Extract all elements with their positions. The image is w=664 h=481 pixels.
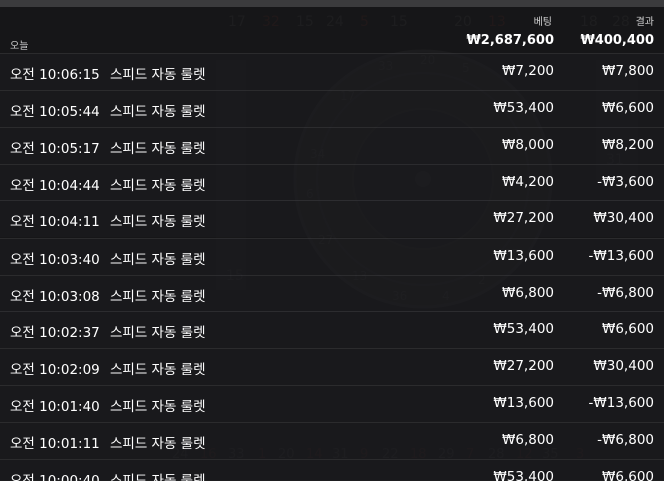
result-amount: ₩8,200 <box>602 137 654 153</box>
result-amount: -₩6,800 <box>597 432 654 448</box>
round-time: 오전 10:04:44 <box>10 178 100 194</box>
game-name: 스피드 자동 룰렛 <box>110 141 206 157</box>
bet-amount: ₩27,200 <box>493 210 554 226</box>
game-name: 스피드 자동 룰렛 <box>110 178 206 194</box>
bet-amount: ₩53,400 <box>493 100 554 116</box>
round-time: 오전 10:02:09 <box>10 362 100 378</box>
history-row[interactable]: 오전 10:04:11 스피드 자동 룰렛 ₩27,200 ₩30,400 <box>0 200 664 237</box>
round-time: 오전 10:01:40 <box>10 399 100 415</box>
bet-amount: ₩13,600 <box>493 395 554 411</box>
history-row[interactable]: 오전 10:02:37 스피드 자동 룰렛 ₩53,400 ₩6,600 <box>0 311 664 348</box>
result-amount: ₩7,800 <box>602 63 654 79</box>
bet-amount: ₩27,200 <box>493 358 554 374</box>
bet-amount: ₩4,200 <box>502 174 554 190</box>
bet-amount: ₩53,400 <box>493 469 554 481</box>
bet-amount: ₩8,000 <box>502 137 554 153</box>
result-amount: -₩13,600 <box>588 248 654 264</box>
round-time: 오전 10:04:11 <box>10 214 100 230</box>
top-bar <box>0 0 664 7</box>
round-time: 오전 10:00:40 <box>10 473 100 481</box>
game-name: 스피드 자동 룰렛 <box>110 214 206 230</box>
game-name: 스피드 자동 룰렛 <box>110 67 206 83</box>
result-amount: ₩6,600 <box>602 100 654 116</box>
game-name: 스피드 자동 룰렛 <box>110 436 206 452</box>
result-column-label: 결과 <box>635 17 654 28</box>
history-row[interactable]: 오전 10:02:09 스피드 자동 룰렛 ₩27,200 ₩30,400 <box>0 348 664 385</box>
result-amount: -₩6,800 <box>597 285 654 301</box>
result-amount: ₩30,400 <box>593 210 654 226</box>
bet-column-label: 베팅 <box>533 17 552 28</box>
game-name: 스피드 자동 룰렛 <box>110 325 206 341</box>
history-row[interactable]: 오전 10:05:44 스피드 자동 룰렛 ₩53,400 ₩6,600 <box>0 90 664 127</box>
result-amount: ₩6,600 <box>602 321 654 337</box>
round-time: 오전 10:05:17 <box>10 141 100 157</box>
round-time: 오전 10:01:11 <box>10 436 100 452</box>
bet-amount: ₩6,800 <box>502 285 554 301</box>
round-time: 오전 10:03:08 <box>10 289 100 305</box>
game-name: 스피드 자동 룰렛 <box>110 252 206 268</box>
result-amount: -₩3,600 <box>597 174 654 190</box>
history-row[interactable]: 오전 10:00:40 스피드 자동 룰렛 ₩53,400 ₩6,600 <box>0 459 664 481</box>
history-row[interactable]: 오전 10:05:17 스피드 자동 룰렛 ₩8,000 ₩8,200 <box>0 127 664 164</box>
bet-amount: ₩6,800 <box>502 432 554 448</box>
history-row[interactable]: 오전 10:04:44 스피드 자동 룰렛 ₩4,200 -₩3,600 <box>0 164 664 201</box>
game-name: 스피드 자동 룰렛 <box>110 104 206 120</box>
history-row[interactable]: 오전 10:03:40 스피드 자동 룰렛 ₩13,600 -₩13,600 <box>0 238 664 275</box>
history-row[interactable]: 오전 10:01:11 스피드 자동 룰렛 ₩6,800 -₩6,800 <box>0 422 664 459</box>
total-result: ₩400,400 <box>580 33 654 48</box>
result-amount: ₩6,600 <box>602 469 654 481</box>
game-name: 스피드 자동 룰렛 <box>110 289 206 305</box>
result-amount: -₩13,600 <box>588 395 654 411</box>
history-header: 베팅 결과 오늘 ₩2,687,600 ₩400,400 <box>0 7 664 53</box>
round-time: 오전 10:03:40 <box>10 252 100 268</box>
round-time: 오전 10:02:37 <box>10 325 100 341</box>
round-time: 오전 10:05:44 <box>10 104 100 120</box>
bet-amount: ₩13,600 <box>493 248 554 264</box>
game-name: 스피드 자동 룰렛 <box>110 399 206 415</box>
game-name: 스피드 자동 룰렛 <box>110 362 206 378</box>
round-time: 오전 10:06:15 <box>10 67 100 83</box>
today-label: 오늘 <box>10 41 29 52</box>
game-name: 스피드 자동 룰렛 <box>110 473 206 481</box>
result-amount: ₩30,400 <box>593 358 654 374</box>
history-row[interactable]: 오전 10:03:08 스피드 자동 룰렛 ₩6,800 -₩6,800 <box>0 275 664 312</box>
history-row[interactable]: 오전 10:06:15 스피드 자동 룰렛 ₩7,200 ₩7,800 <box>0 53 664 90</box>
history-row[interactable]: 오전 10:01:40 스피드 자동 룰렛 ₩13,600 -₩13,600 <box>0 385 664 422</box>
bet-amount: ₩53,400 <box>493 321 554 337</box>
total-bet: ₩2,687,600 <box>466 33 554 48</box>
bet-amount: ₩7,200 <box>502 63 554 79</box>
